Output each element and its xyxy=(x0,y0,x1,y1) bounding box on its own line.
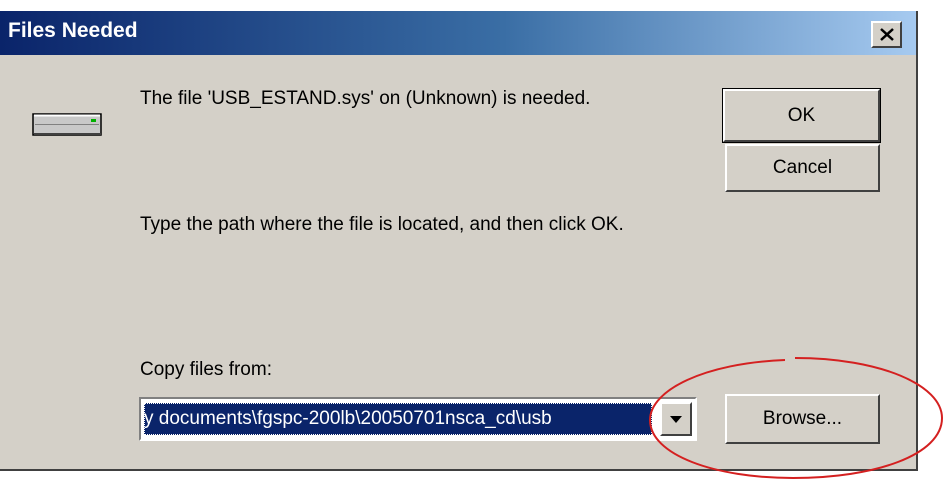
instruction-text: Type the path where the file is located,… xyxy=(140,214,624,235)
chevron-down-icon xyxy=(670,415,682,423)
files-needed-dialog: Files Needed The file 'USB_ESTAND.sys' o… xyxy=(0,11,918,471)
title-bar[interactable]: Files Needed xyxy=(0,11,916,55)
cancel-button[interactable]: Cancel xyxy=(725,144,880,192)
close-button[interactable] xyxy=(871,21,902,48)
copy-files-from-label: Copy files from: xyxy=(140,359,272,380)
combo-dropdown-button[interactable] xyxy=(660,402,692,436)
needed-file-message: The file 'USB_ESTAND.sys' on (Unknown) i… xyxy=(140,88,591,109)
close-icon xyxy=(879,28,894,41)
ok-button[interactable]: OK xyxy=(722,88,881,143)
dialog-title: Files Needed xyxy=(8,19,138,42)
browse-button[interactable]: Browse... xyxy=(725,394,880,444)
copy-from-combobox[interactable]: y documents\fgspc-200lb\20050701nsca_cd\… xyxy=(139,397,697,441)
drive-icon xyxy=(32,113,102,136)
copy-from-input[interactable]: y documents\fgspc-200lb\20050701nsca_cd\… xyxy=(144,403,652,435)
